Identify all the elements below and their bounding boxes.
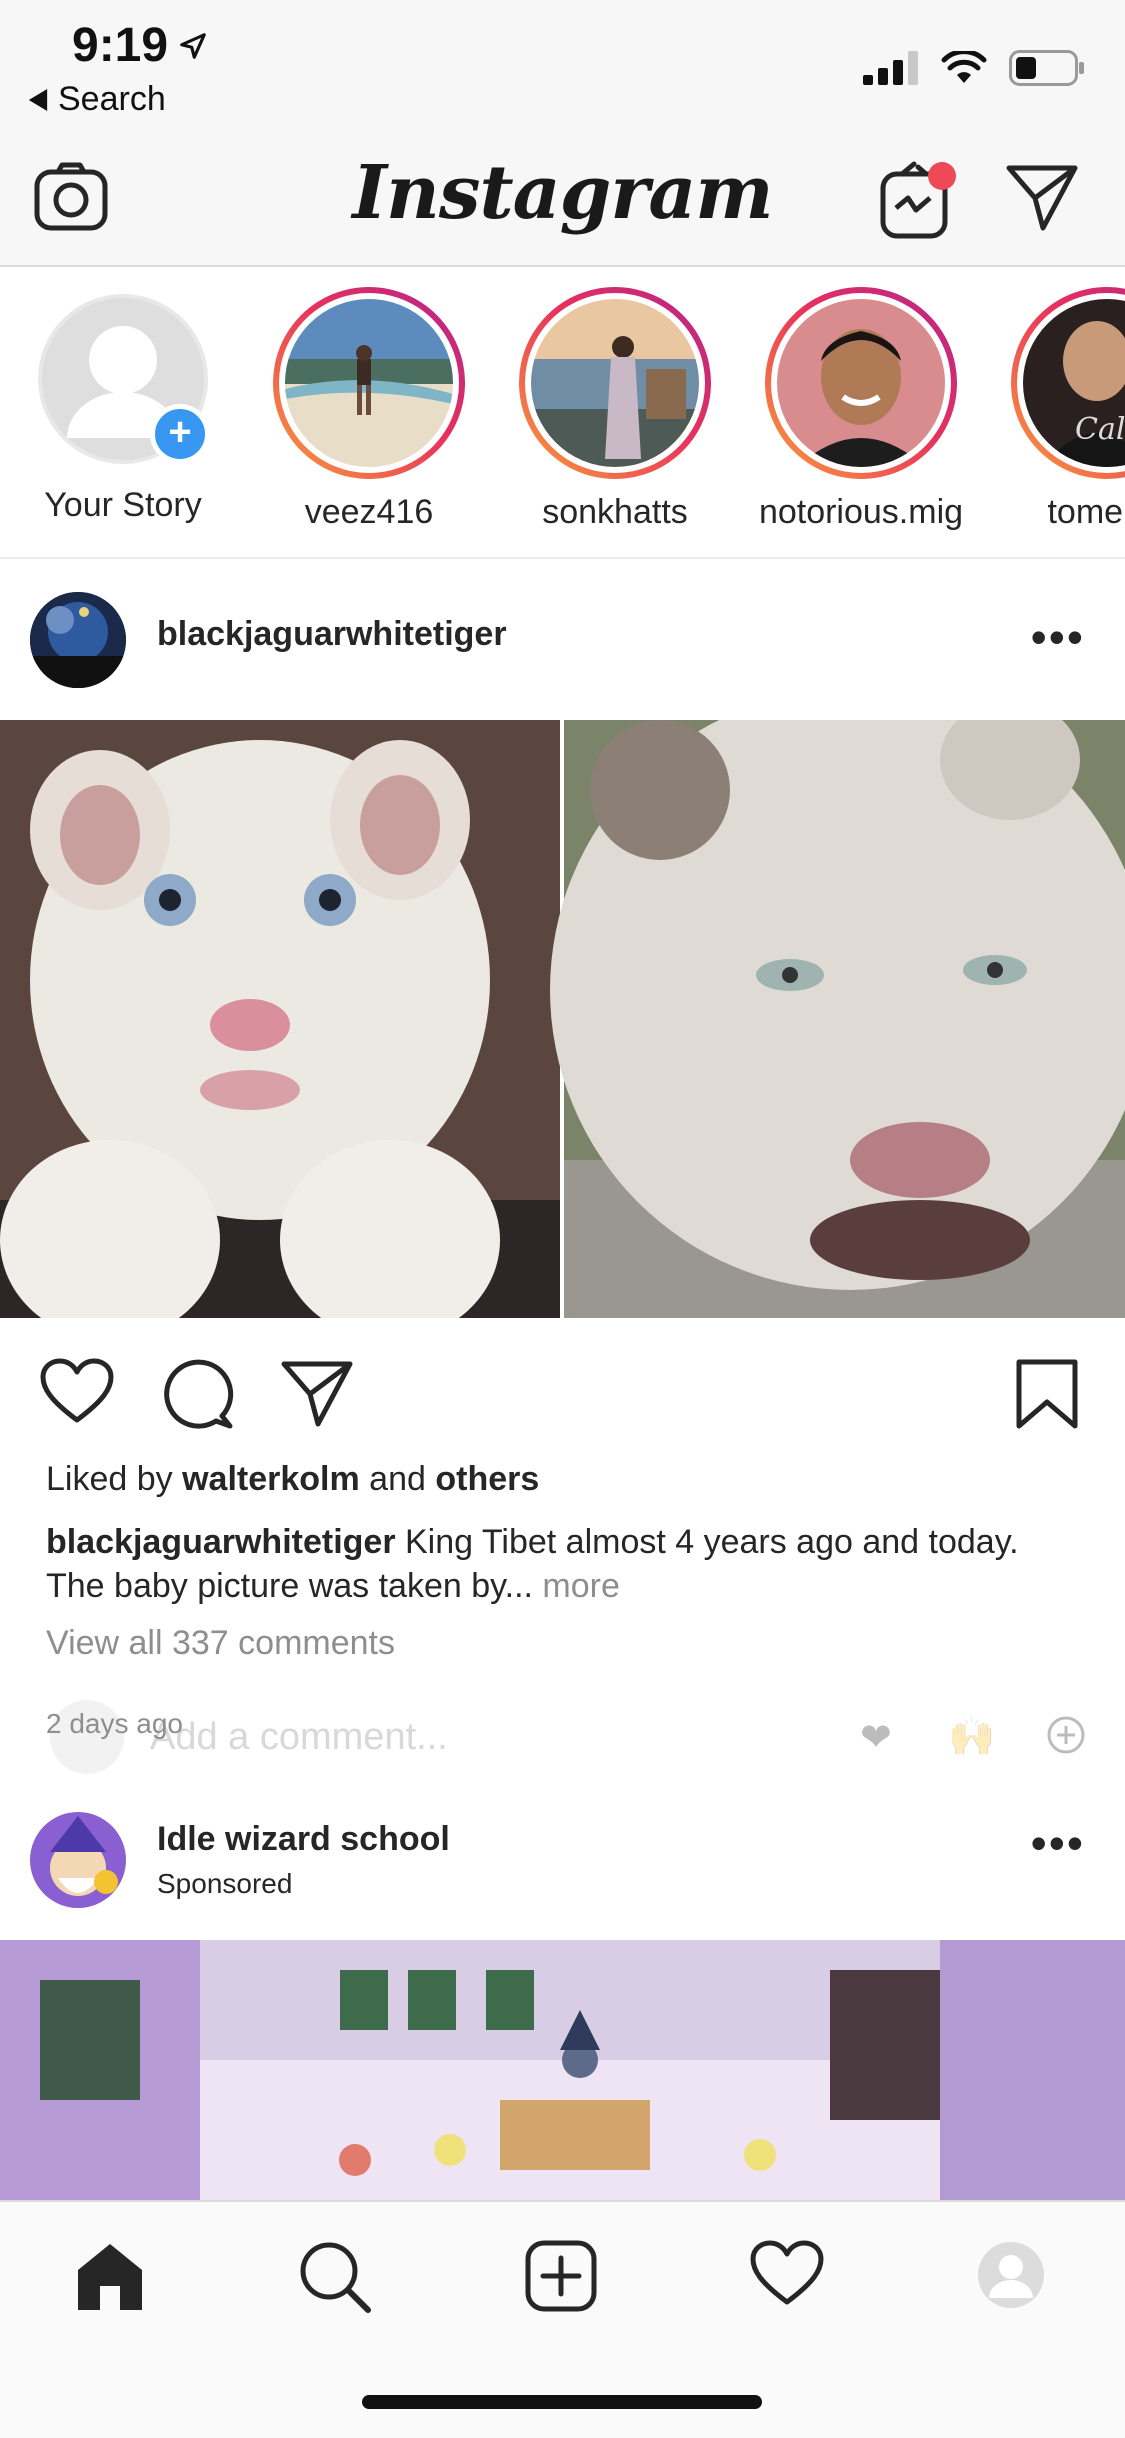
quick-react-hands-icon[interactable]: 🙌 xyxy=(948,1715,995,1759)
sponsored-post-header: Idle wizard school Sponsored ••• xyxy=(0,1800,1125,1940)
story-your-story[interactable]: + Your Story xyxy=(0,287,246,525)
home-indicator xyxy=(362,2395,762,2409)
post-caption: blackjaguarwhitetiger King Tibet almost … xyxy=(46,1520,1086,1608)
liked-by-others[interactable]: others xyxy=(435,1460,539,1498)
wifi-icon xyxy=(941,51,987,83)
share-icon[interactable] xyxy=(280,1358,354,1428)
post-timestamp: 2 days ago xyxy=(46,1708,183,1739)
likes-summary[interactable]: Liked by walterkolm and others xyxy=(46,1460,539,1499)
direct-message-icon[interactable] xyxy=(1005,162,1079,232)
status-bar: 9:19 Search xyxy=(0,0,1125,140)
story-notorious-mig[interactable]: notorious.mig xyxy=(738,287,984,532)
add-story-plus-icon[interactable]: + xyxy=(150,404,210,464)
story-sonkhatts[interactable]: sonkhatts xyxy=(492,287,738,532)
post-author-avatar[interactable] xyxy=(30,592,126,688)
cellular-signal-icon xyxy=(863,51,918,85)
liked-by-user[interactable]: walterkolm xyxy=(182,1460,360,1498)
profile-icon[interactable] xyxy=(976,2240,1046,2310)
activity-heart-icon[interactable] xyxy=(750,2240,824,2306)
post-image[interactable] xyxy=(0,720,1125,1318)
post-options-icon[interactable]: ••• xyxy=(1031,1820,1085,1866)
back-triangle-icon xyxy=(28,88,48,111)
home-icon[interactable] xyxy=(74,2240,146,2312)
quick-react-add-icon[interactable] xyxy=(1046,1715,1086,1755)
post-options-icon[interactable]: ••• xyxy=(1031,614,1085,660)
story-avatar xyxy=(777,299,945,467)
sponsor-name[interactable]: Idle wizard school xyxy=(157,1820,450,1859)
story-avatar: Calv xyxy=(1023,299,1125,467)
post-photo-collage xyxy=(0,720,1125,1318)
app-header: Instagram xyxy=(0,140,1125,267)
post-header: blackjaguarwhitetiger ••• xyxy=(0,560,1125,720)
quick-react-heart-icon[interactable]: ❤ xyxy=(860,1715,892,1760)
story-tomelaz[interactable]: Calv tomelaz xyxy=(984,287,1125,532)
location-arrow-icon xyxy=(180,32,206,59)
notification-dot xyxy=(928,162,956,190)
view-all-comments-link[interactable]: View all 337 comments xyxy=(46,1624,395,1663)
sponsored-image[interactable] xyxy=(0,1940,1125,2200)
comment-icon[interactable] xyxy=(162,1358,234,1430)
new-post-icon[interactable] xyxy=(525,2240,597,2312)
caption-more-link[interactable]: more xyxy=(542,1567,619,1605)
story-avatar xyxy=(531,299,699,467)
your-story-avatar: + xyxy=(38,294,210,464)
svg-text:Calv: Calv xyxy=(1075,412,1125,447)
back-to-search[interactable]: Search xyxy=(28,80,166,119)
sponsored-label: Sponsored xyxy=(157,1868,293,1899)
bookmark-icon[interactable] xyxy=(1015,1358,1079,1430)
post-actions xyxy=(0,1318,1125,1448)
heart-icon[interactable] xyxy=(40,1358,114,1424)
search-icon[interactable] xyxy=(298,2240,372,2314)
wizard-school-illustration xyxy=(0,1940,1125,2200)
sponsor-avatar[interactable] xyxy=(30,1812,126,1908)
story-avatar xyxy=(285,299,453,467)
add-comment-input[interactable]: Add a comment... xyxy=(150,1716,448,1759)
igtv-icon[interactable] xyxy=(880,158,960,240)
post-author-username[interactable]: blackjaguarwhitetiger xyxy=(157,615,507,654)
story-veez416[interactable]: veez416 xyxy=(246,287,492,532)
stories-tray: + Your Story veez416 sonkhatts notorious… xyxy=(0,267,1125,559)
status-indicators xyxy=(863,50,1085,86)
battery-icon xyxy=(1009,50,1084,86)
status-time: 9:19 xyxy=(72,18,208,73)
caption-username[interactable]: blackjaguarwhitetiger xyxy=(46,1523,396,1561)
